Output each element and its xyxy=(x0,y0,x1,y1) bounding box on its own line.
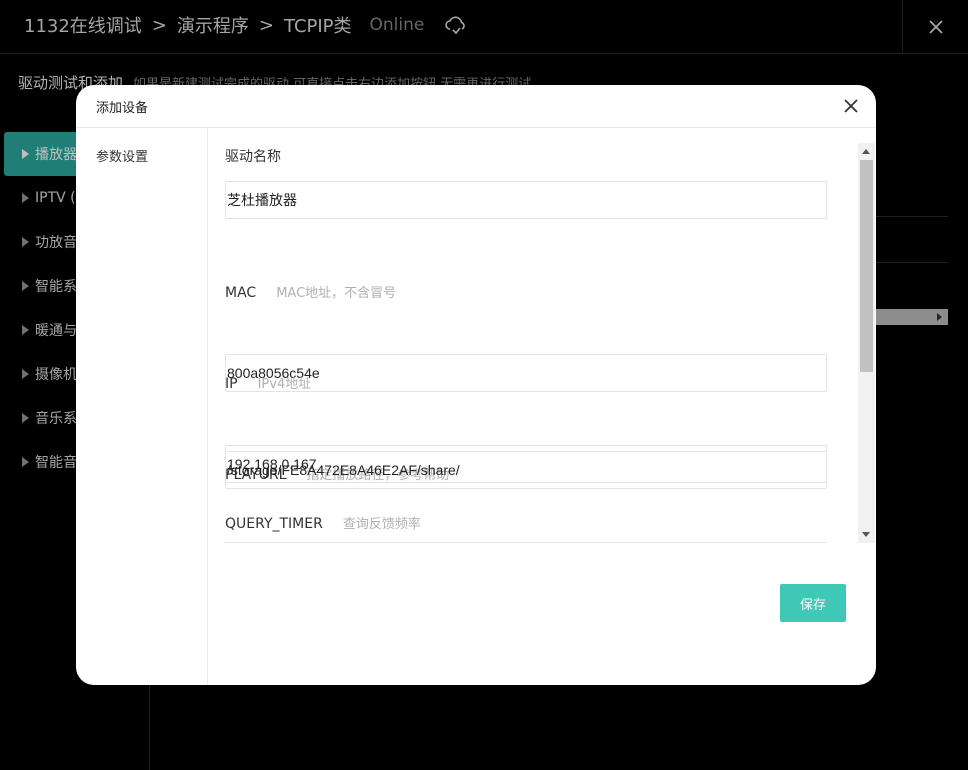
field-label-text: MAC xyxy=(225,285,257,301)
driver-name-input[interactable]: 芝杜播放器 xyxy=(225,181,827,219)
field-label-text: QUERY_TIMER xyxy=(225,516,323,532)
query-timer-input-edge[interactable] xyxy=(225,542,827,543)
save-button[interactable]: 保存 xyxy=(780,584,846,622)
field-hint: IPv4地址 xyxy=(257,377,312,392)
arrow-down-icon[interactable] xyxy=(862,532,870,537)
field-hint: MAC地址，不含冒号 xyxy=(276,286,397,301)
field-label-text: 驱动名称 xyxy=(225,149,281,165)
field-label: 驱动名称 xyxy=(225,146,827,166)
field-label: IP IPv4地址 xyxy=(225,373,311,393)
playurl-input[interactable]: /storage/FE8A472E8A46E2AF/share/ xyxy=(225,451,827,489)
field-mac: MAC MAC地址，不含冒号 xyxy=(225,282,396,302)
scrollbar-thumb[interactable] xyxy=(860,160,873,372)
arrow-up-icon[interactable] xyxy=(862,149,870,154)
vertical-scrollbar[interactable] xyxy=(858,143,875,543)
field-label-text: IP xyxy=(225,376,238,392)
nav-item-parameters[interactable]: 参数设置 xyxy=(76,128,207,165)
field-label: QUERY_TIMER 查询反馈频率 xyxy=(225,513,421,533)
field-ip: IP IPv4地址 xyxy=(225,373,311,393)
dialog-title: 添加设备 xyxy=(96,100,149,116)
field-hint: 查询反馈频率 xyxy=(342,517,421,532)
add-device-dialog: 添加设备 参数设置 驱动名称 芝杜播放器 MAC MAC地址，不含冒号 800a8… xyxy=(76,85,876,685)
mac-input[interactable]: 800a8056c54e xyxy=(225,354,827,392)
dialog-nav: 参数设置 xyxy=(76,128,208,685)
field-driver-name: 驱动名称 芝杜播放器 xyxy=(225,146,827,219)
dialog-header: 添加设备 xyxy=(76,85,876,128)
close-icon[interactable] xyxy=(842,97,860,115)
field-label: MAC MAC地址，不含冒号 xyxy=(225,282,396,302)
field-query-timer: QUERY_TIMER 查询反馈频率 xyxy=(225,513,421,533)
